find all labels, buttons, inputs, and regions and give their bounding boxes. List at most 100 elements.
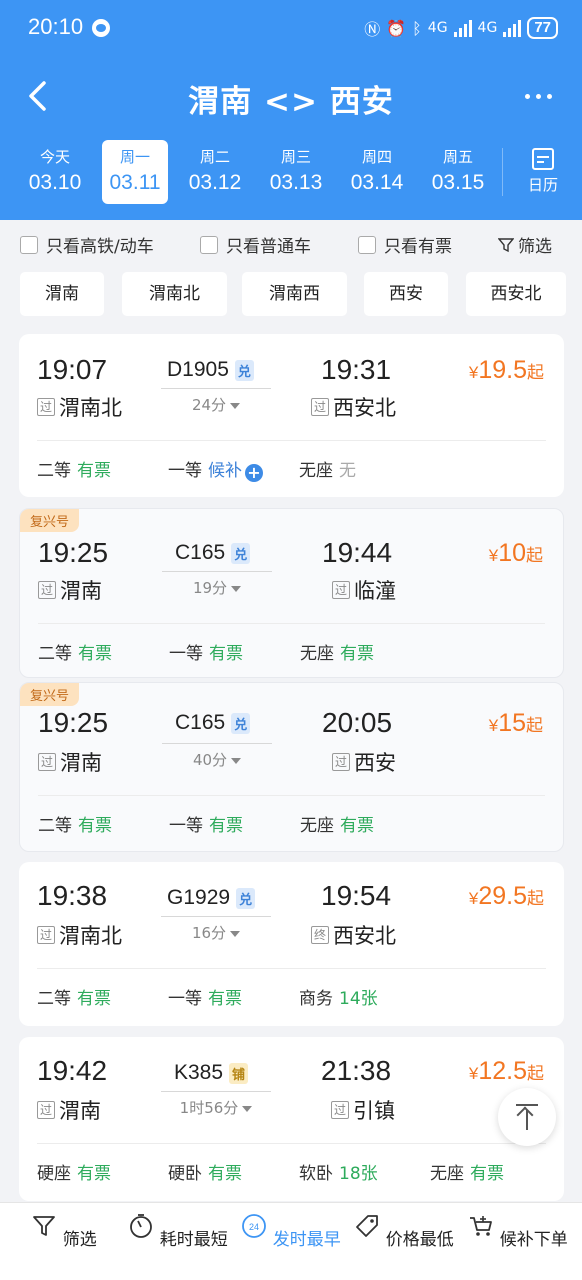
train-card[interactable]: 复兴号 19:25 过 渭南 C165 兑 19分 19:44 过 临潼 ¥10… <box>19 508 564 678</box>
date-tab-0[interactable]: 今天 03.10 <box>22 140 88 204</box>
divider <box>37 1143 546 1144</box>
date-tab-3[interactable]: 周三 03.13 <box>263 140 329 204</box>
duration-toggle[interactable]: 24分 <box>161 394 271 415</box>
date-weekday: 今天 <box>39 148 70 166</box>
normal-train-checkbox[interactable]: 只看普通车 <box>200 232 311 257</box>
duration-toggle[interactable]: 16分 <box>161 922 271 943</box>
train-card[interactable]: 复兴号 19:25 过 渭南 C165 兑 40分 20:05 过 西安 ¥15… <box>19 682 564 852</box>
terminal-tag: 终 <box>311 926 330 944</box>
duration-toggle[interactable]: 1时56分 <box>161 1097 271 1118</box>
seat-class: 一等 <box>168 989 202 1009</box>
station-chip-1[interactable]: 渭南北 <box>122 272 227 316</box>
fuxing-tag: 复兴号 <box>20 509 80 532</box>
train-card[interactable]: 19:07 过 渭南北 D1905 兑 24分 19:31 过 西安北 ¥19.… <box>19 334 564 497</box>
price-value: 15 <box>498 709 526 737</box>
seat-info: 无座 有票 <box>300 639 374 664</box>
filter-row: 只看高铁/动车 只看普通车 只看有票 筛选 <box>0 220 582 264</box>
station-chip-4[interactable]: 西安北 <box>466 272 566 316</box>
seat-info: 一等 有票 <box>168 984 242 1009</box>
duration-text: 16分 <box>191 924 227 942</box>
high-speed-checkbox[interactable]: 只看高铁/动车 <box>20 232 154 257</box>
departure-time: 19:38 <box>37 880 108 911</box>
date-weekday: 周四 <box>361 148 392 166</box>
seat-info: 一等 有票 <box>169 639 243 664</box>
price-suffix: 起 <box>526 546 543 565</box>
duration-text: 19分 <box>192 579 228 597</box>
station-chips: 渭南 渭南北 渭南西 西安 西安北 <box>20 272 582 318</box>
add-waitlist-icon[interactable]: + <box>245 464 263 482</box>
date-tab-4[interactable]: 周四 03.14 <box>344 140 410 204</box>
seat-class: 二等 <box>38 644 72 664</box>
currency-symbol: ¥ <box>488 716 499 735</box>
bottom-shortest-button[interactable]: 耗时最短 <box>123 1213 233 1250</box>
train-number: D1905 兑 <box>167 358 254 382</box>
seat-info: 二等 有票 <box>38 639 112 664</box>
seat-info: 硬卧 有票 <box>168 1159 242 1184</box>
filter-label: 筛选 <box>518 237 552 257</box>
date-tab-2[interactable]: 周二 03.12 <box>182 140 248 204</box>
pass-tag: 过 <box>332 753 351 771</box>
price-value: 29.5 <box>478 882 527 910</box>
calendar-label: 日历 <box>527 176 558 194</box>
more-icon[interactable] <box>525 94 552 99</box>
seat-status: 有票 <box>77 1164 111 1184</box>
seat-status: 14张 <box>339 989 378 1009</box>
duration-toggle[interactable]: 19分 <box>162 577 272 598</box>
date-value: 03.12 <box>188 171 242 194</box>
battery-icon: 77 <box>527 17 558 39</box>
pass-tag: 过 <box>37 1101 56 1119</box>
seat-class: 无座 <box>300 644 334 664</box>
departure-time: 19:25 <box>38 537 109 568</box>
currency-symbol: ¥ <box>488 546 499 565</box>
station-chip-2[interactable]: 渭南西 <box>242 272 347 316</box>
price-value: 12.5 <box>478 1057 527 1085</box>
date-tab-5[interactable]: 周五 03.15 <box>425 140 491 204</box>
nfc-icon: Ⓝ <box>364 20 381 39</box>
price: ¥19.5起 <box>469 356 544 385</box>
date-tab-1[interactable]: 周一 03.11 <box>102 140 168 204</box>
seat-status: 无 <box>339 461 356 481</box>
station-label: 渭南 <box>59 1099 102 1123</box>
seat-info: 无座 有票 <box>430 1159 504 1184</box>
seat-info[interactable]: 一等 候补 + <box>168 456 263 482</box>
date-value: 03.14 <box>350 171 404 194</box>
checkbox-label: 只看高铁/动车 <box>46 237 154 257</box>
available-checkbox[interactable]: 只看有票 <box>358 232 452 257</box>
price-value: 19.5 <box>478 356 527 384</box>
station-chip-3[interactable]: 西安 <box>364 272 448 316</box>
exchange-badge: 兑 <box>231 712 251 734</box>
calendar-button[interactable]: 日历 <box>522 148 564 195</box>
date-weekday: 周一 <box>119 148 150 166</box>
station-label: 渭南 <box>60 751 103 775</box>
seat-status: 有票 <box>77 989 111 1009</box>
chevron-down-icon <box>230 402 241 409</box>
train-card[interactable]: 19:38 过 渭南北 G1929 兑 16分 19:54 终 西安北 ¥29.… <box>19 862 564 1026</box>
station-chip-0[interactable]: 渭南 <box>20 272 104 316</box>
seat-status: 18张 <box>339 1164 378 1184</box>
scroll-to-top-button[interactable] <box>498 1088 556 1146</box>
calendar-icon <box>532 148 554 170</box>
network-label: 4G <box>427 20 448 36</box>
chevron-down-icon <box>230 930 241 937</box>
bottom-waitlist-button[interactable]: 候补下单 <box>463 1213 573 1250</box>
app-header: 20:10 Ⓝ ⏰ ᛒ 4G 4G 77 渭南 <> 西安 今天 03.10 周… <box>0 0 582 220</box>
bottom-earliest-button[interactable]: 24 发时最早 <box>236 1213 346 1250</box>
bottom-label: 价格最低 <box>385 1230 454 1250</box>
departure-station: 过 渭南 <box>38 747 102 777</box>
currency-symbol: ¥ <box>468 363 479 382</box>
chevron-down-icon <box>231 585 242 592</box>
network-label-2: 4G <box>477 20 498 36</box>
arrival-station: 过 西安 <box>332 747 396 777</box>
pass-tag: 过 <box>331 1101 350 1119</box>
bottom-lowest-price-button[interactable]: 价格最低 <box>349 1213 459 1250</box>
train-card[interactable]: 19:42 过 渭南 K385 铺 1时56分 21:38 过 引镇 ¥12.5… <box>19 1037 564 1201</box>
filter-button[interactable]: 筛选 <box>498 232 552 257</box>
bottom-filter-button[interactable]: 筛选 <box>9 1213 119 1250</box>
date-weekday: 周三 <box>280 148 311 166</box>
timer-icon <box>130 1214 153 1238</box>
seat-class: 二等 <box>37 989 71 1009</box>
status-bar: 20:10 Ⓝ ⏰ ᛒ 4G 4G 77 <box>0 0 582 58</box>
train-code: K385 <box>174 1061 224 1084</box>
status-time: 20:10 <box>28 14 84 39</box>
duration-toggle[interactable]: 40分 <box>162 749 272 770</box>
